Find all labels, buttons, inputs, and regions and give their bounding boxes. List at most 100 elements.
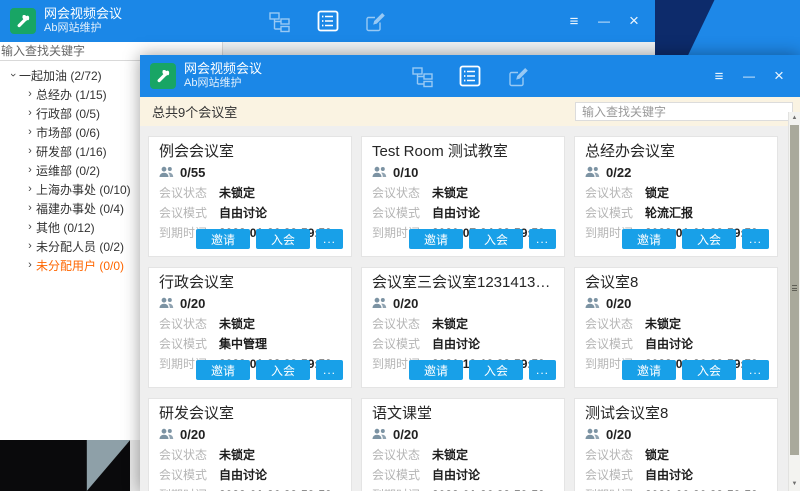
people-icon (159, 428, 174, 440)
mode-label: 会议模式 (585, 466, 645, 483)
room-name: 行政会议室 (159, 274, 341, 292)
close-icon[interactable]: × (768, 65, 790, 87)
bg-titlebar: 网会视频会议 Ab网站维护 ≡ — × (0, 0, 655, 42)
fg-toolbar (410, 55, 530, 97)
mode-value: 自由讨论 (219, 204, 267, 221)
mode-value: 集中管理 (219, 335, 267, 352)
scroll-up-icon[interactable]: ▲ (789, 113, 800, 123)
bg-brand: 网会视频会议 Ab网站维护 (0, 7, 122, 35)
rooms-search-input[interactable] (575, 102, 793, 121)
status-row: 会议状态 锁定 (585, 186, 767, 199)
card-actions: 邀请 入会 ... (622, 360, 769, 380)
join-button[interactable]: 入会 (469, 229, 523, 249)
org-chart-icon (268, 10, 291, 33)
rooms-summary-bar: 总共9个会议室 (140, 97, 800, 126)
chevron-right-icon: › (24, 107, 36, 119)
tree-item-label: 福建办事处 (0/4) (36, 200, 124, 217)
app-logo-wrench-icon (10, 8, 36, 34)
mode-row: 会议模式 自由讨论 (159, 468, 341, 481)
mode-label: 会议模式 (159, 204, 219, 221)
contacts-tree-button[interactable] (268, 9, 292, 33)
fg-brand: 网会视频会议 Ab网站维护 (140, 62, 262, 90)
status-value: 未锁定 (219, 315, 255, 332)
app-title: 网会视频会议 (184, 62, 262, 77)
mode-row: 会议模式 集中管理 (159, 337, 341, 350)
compose-button[interactable] (364, 9, 388, 33)
invite-button[interactable]: 邀请 (622, 229, 676, 249)
mode-label: 会议模式 (159, 335, 219, 352)
invite-button[interactable]: 邀请 (409, 229, 463, 249)
chevron-down-icon: › (7, 69, 19, 81)
invite-button[interactable]: 邀请 (196, 229, 250, 249)
room-name: 会议室8 (585, 274, 767, 292)
more-button[interactable]: ... (742, 229, 769, 249)
occupancy-value: 0/20 (606, 296, 631, 311)
mode-label: 会议模式 (372, 466, 432, 483)
card-actions: 邀请 入会 ... (196, 229, 343, 249)
compose-button[interactable] (506, 64, 530, 88)
meeting-room-card: 会议室三会议室123141324141三会... 0/20 会议状态 未锁定 会… (361, 267, 565, 388)
card-actions: 邀请 入会 ... (409, 360, 556, 380)
mode-value: 自由讨论 (645, 466, 693, 483)
minimize-icon[interactable]: — (738, 65, 760, 87)
status-label: 会议状态 (585, 315, 645, 332)
room-name: 测试会议室8 (585, 405, 767, 423)
menu-icon[interactable]: ≡ (563, 10, 585, 32)
people-icon (372, 428, 387, 440)
mode-row: 会议模式 自由讨论 (585, 468, 767, 481)
tree-item-label: 运维部 (0/2) (36, 162, 100, 179)
mode-row: 会议模式 自由讨论 (372, 206, 554, 219)
minimize-icon[interactable]: — (593, 10, 615, 32)
occupancy-value: 0/22 (606, 165, 631, 180)
room-name: 例会会议室 (159, 143, 341, 161)
vertical-scrollbar[interactable]: ▲ ▼ (788, 112, 800, 491)
people-icon (372, 297, 387, 309)
more-button[interactable]: ... (529, 229, 556, 249)
contacts-tree-button[interactable] (410, 64, 434, 88)
scroll-down-icon[interactable]: ▼ (789, 479, 800, 489)
invite-button[interactable]: 邀请 (622, 360, 676, 380)
join-button[interactable]: 入会 (256, 229, 310, 249)
status-row: 会议状态 未锁定 (372, 186, 554, 199)
tree-item-label: 行政部 (0/5) (36, 105, 100, 122)
tree-item-label: 未分配人员 (0/2) (36, 238, 124, 255)
status-row: 会议状态 未锁定 (159, 186, 341, 199)
more-button[interactable]: ... (529, 360, 556, 380)
app-subtitle: Ab网站维护 (44, 22, 122, 35)
tree-item-label: 上海办事处 (0/10) (36, 181, 131, 198)
tree-item-label: 一起加油 (2/72) (19, 67, 102, 84)
join-button[interactable]: 入会 (682, 229, 736, 249)
fg-window-controls: ≡ — × (708, 65, 800, 87)
chevron-right-icon: › (24, 126, 36, 138)
more-button[interactable]: ... (316, 360, 343, 380)
occupancy-row: 0/22 (585, 165, 767, 179)
status-value: 锁定 (645, 184, 669, 201)
more-button[interactable]: ... (742, 360, 769, 380)
menu-icon[interactable]: ≡ (708, 65, 730, 87)
mode-row: 会议模式 轮流汇报 (585, 206, 767, 219)
edit-icon (507, 65, 530, 88)
bg-toolbar (268, 0, 388, 42)
status-label: 会议状态 (372, 184, 432, 201)
fg-titles: 网会视频会议 Ab网站维护 (184, 62, 262, 90)
wrench-icon (15, 13, 31, 29)
card-actions: 邀请 入会 ... (409, 229, 556, 249)
meeting-list-button-active[interactable] (458, 64, 482, 88)
status-row: 会议状态 锁定 (585, 448, 767, 461)
more-button[interactable]: ... (316, 229, 343, 249)
occupancy-value: 0/20 (606, 427, 631, 442)
people-icon (372, 166, 387, 178)
close-icon[interactable]: × (623, 10, 645, 32)
join-button[interactable]: 入会 (682, 360, 736, 380)
scrollbar-grip (792, 285, 797, 291)
invite-button[interactable]: 邀请 (196, 360, 250, 380)
chevron-right-icon: › (24, 145, 36, 157)
occupancy-value: 0/55 (180, 165, 205, 180)
meeting-list-button[interactable] (316, 9, 340, 33)
status-label: 会议状态 (159, 446, 219, 463)
invite-button[interactable]: 邀请 (409, 360, 463, 380)
chevron-right-icon: › (24, 221, 36, 233)
join-button[interactable]: 入会 (256, 360, 310, 380)
join-button[interactable]: 入会 (469, 360, 523, 380)
scrollbar-thumb[interactable] (790, 125, 799, 455)
